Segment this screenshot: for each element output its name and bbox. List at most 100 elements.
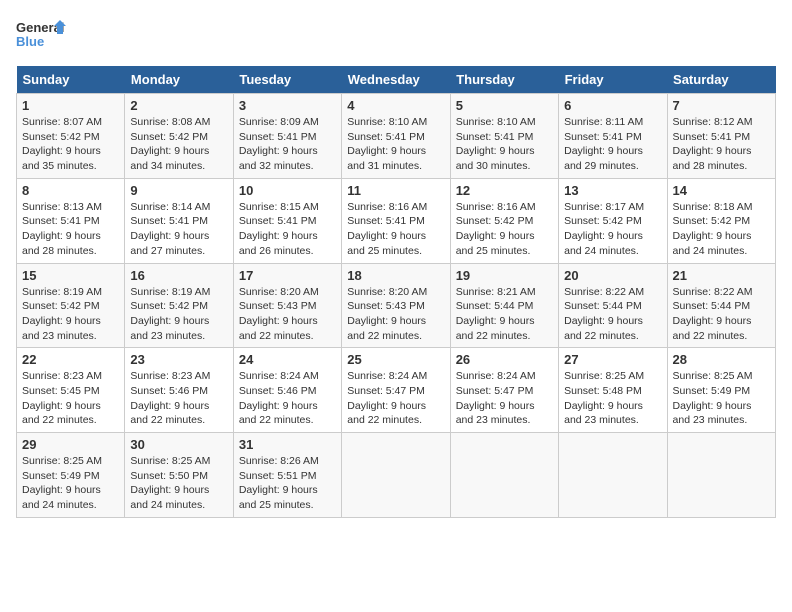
col-header-sunday: Sunday <box>17 66 125 94</box>
day-number: 23 <box>130 352 227 367</box>
table-row: 23 Sunrise: 8:23 AMSunset: 5:46 PMDaylig… <box>125 348 233 433</box>
table-row: 27 Sunrise: 8:25 AMSunset: 5:48 PMDaylig… <box>559 348 667 433</box>
table-row: 9 Sunrise: 8:14 AMSunset: 5:41 PMDayligh… <box>125 178 233 263</box>
day-number: 2 <box>130 98 227 113</box>
table-row: 10 Sunrise: 8:15 AMSunset: 5:41 PMDaylig… <box>233 178 341 263</box>
day-number: 14 <box>673 183 770 198</box>
day-info: Sunrise: 8:08 AMSunset: 5:42 PMDaylight:… <box>130 115 227 174</box>
day-info: Sunrise: 8:17 AMSunset: 5:42 PMDaylight:… <box>564 200 661 259</box>
table-row: 11 Sunrise: 8:16 AMSunset: 5:41 PMDaylig… <box>342 178 450 263</box>
table-row: 8 Sunrise: 8:13 AMSunset: 5:41 PMDayligh… <box>17 178 125 263</box>
day-info: Sunrise: 8:15 AMSunset: 5:41 PMDaylight:… <box>239 200 336 259</box>
col-header-wednesday: Wednesday <box>342 66 450 94</box>
col-header-saturday: Saturday <box>667 66 775 94</box>
day-info: Sunrise: 8:21 AMSunset: 5:44 PMDaylight:… <box>456 285 553 344</box>
day-info: Sunrise: 8:10 AMSunset: 5:41 PMDaylight:… <box>456 115 553 174</box>
day-number: 13 <box>564 183 661 198</box>
day-number: 10 <box>239 183 336 198</box>
page-header: General Blue <box>16 16 776 58</box>
table-row: 13 Sunrise: 8:17 AMSunset: 5:42 PMDaylig… <box>559 178 667 263</box>
table-row: 14 Sunrise: 8:18 AMSunset: 5:42 PMDaylig… <box>667 178 775 263</box>
table-row: 15 Sunrise: 8:19 AMSunset: 5:42 PMDaylig… <box>17 263 125 348</box>
day-number: 19 <box>456 268 553 283</box>
day-info: Sunrise: 8:25 AMSunset: 5:50 PMDaylight:… <box>130 454 227 513</box>
table-row <box>342 433 450 518</box>
day-info: Sunrise: 8:23 AMSunset: 5:45 PMDaylight:… <box>22 369 119 428</box>
day-number: 18 <box>347 268 444 283</box>
day-number: 11 <box>347 183 444 198</box>
day-number: 1 <box>22 98 119 113</box>
table-row: 28 Sunrise: 8:25 AMSunset: 5:49 PMDaylig… <box>667 348 775 433</box>
day-info: Sunrise: 8:22 AMSunset: 5:44 PMDaylight:… <box>564 285 661 344</box>
day-number: 25 <box>347 352 444 367</box>
table-row: 30 Sunrise: 8:25 AMSunset: 5:50 PMDaylig… <box>125 433 233 518</box>
table-row: 18 Sunrise: 8:20 AMSunset: 5:43 PMDaylig… <box>342 263 450 348</box>
day-number: 26 <box>456 352 553 367</box>
table-row <box>667 433 775 518</box>
col-header-tuesday: Tuesday <box>233 66 341 94</box>
day-info: Sunrise: 8:09 AMSunset: 5:41 PMDaylight:… <box>239 115 336 174</box>
day-info: Sunrise: 8:11 AMSunset: 5:41 PMDaylight:… <box>564 115 661 174</box>
calendar-table: SundayMondayTuesdayWednesdayThursdayFrid… <box>16 66 776 518</box>
table-row: 20 Sunrise: 8:22 AMSunset: 5:44 PMDaylig… <box>559 263 667 348</box>
day-number: 21 <box>673 268 770 283</box>
day-number: 16 <box>130 268 227 283</box>
day-number: 5 <box>456 98 553 113</box>
day-number: 22 <box>22 352 119 367</box>
day-info: Sunrise: 8:16 AMSunset: 5:41 PMDaylight:… <box>347 200 444 259</box>
day-info: Sunrise: 8:13 AMSunset: 5:41 PMDaylight:… <box>22 200 119 259</box>
day-number: 17 <box>239 268 336 283</box>
table-row: 2 Sunrise: 8:08 AMSunset: 5:42 PMDayligh… <box>125 94 233 179</box>
table-row: 24 Sunrise: 8:24 AMSunset: 5:46 PMDaylig… <box>233 348 341 433</box>
day-info: Sunrise: 8:19 AMSunset: 5:42 PMDaylight:… <box>22 285 119 344</box>
logo: General Blue <box>16 16 66 58</box>
day-number: 20 <box>564 268 661 283</box>
table-row: 7 Sunrise: 8:12 AMSunset: 5:41 PMDayligh… <box>667 94 775 179</box>
day-info: Sunrise: 8:24 AMSunset: 5:47 PMDaylight:… <box>347 369 444 428</box>
table-row: 29 Sunrise: 8:25 AMSunset: 5:49 PMDaylig… <box>17 433 125 518</box>
day-info: Sunrise: 8:23 AMSunset: 5:46 PMDaylight:… <box>130 369 227 428</box>
day-info: Sunrise: 8:20 AMSunset: 5:43 PMDaylight:… <box>347 285 444 344</box>
day-number: 8 <box>22 183 119 198</box>
day-number: 4 <box>347 98 444 113</box>
table-row: 4 Sunrise: 8:10 AMSunset: 5:41 PMDayligh… <box>342 94 450 179</box>
day-number: 29 <box>22 437 119 452</box>
day-info: Sunrise: 8:12 AMSunset: 5:41 PMDaylight:… <box>673 115 770 174</box>
day-number: 12 <box>456 183 553 198</box>
col-header-thursday: Thursday <box>450 66 558 94</box>
table-row: 25 Sunrise: 8:24 AMSunset: 5:47 PMDaylig… <box>342 348 450 433</box>
day-number: 30 <box>130 437 227 452</box>
table-row <box>450 433 558 518</box>
day-number: 24 <box>239 352 336 367</box>
day-number: 15 <box>22 268 119 283</box>
day-info: Sunrise: 8:25 AMSunset: 5:48 PMDaylight:… <box>564 369 661 428</box>
day-number: 7 <box>673 98 770 113</box>
day-number: 28 <box>673 352 770 367</box>
table-row: 1 Sunrise: 8:07 AMSunset: 5:42 PMDayligh… <box>17 94 125 179</box>
day-info: Sunrise: 8:20 AMSunset: 5:43 PMDaylight:… <box>239 285 336 344</box>
table-row: 26 Sunrise: 8:24 AMSunset: 5:47 PMDaylig… <box>450 348 558 433</box>
table-row: 3 Sunrise: 8:09 AMSunset: 5:41 PMDayligh… <box>233 94 341 179</box>
table-row: 21 Sunrise: 8:22 AMSunset: 5:44 PMDaylig… <box>667 263 775 348</box>
table-row: 12 Sunrise: 8:16 AMSunset: 5:42 PMDaylig… <box>450 178 558 263</box>
day-info: Sunrise: 8:14 AMSunset: 5:41 PMDaylight:… <box>130 200 227 259</box>
logo-svg: General Blue <box>16 16 66 58</box>
col-header-friday: Friday <box>559 66 667 94</box>
table-row: 16 Sunrise: 8:19 AMSunset: 5:42 PMDaylig… <box>125 263 233 348</box>
day-number: 3 <box>239 98 336 113</box>
table-row: 22 Sunrise: 8:23 AMSunset: 5:45 PMDaylig… <box>17 348 125 433</box>
day-info: Sunrise: 8:18 AMSunset: 5:42 PMDaylight:… <box>673 200 770 259</box>
day-info: Sunrise: 8:10 AMSunset: 5:41 PMDaylight:… <box>347 115 444 174</box>
day-info: Sunrise: 8:16 AMSunset: 5:42 PMDaylight:… <box>456 200 553 259</box>
day-number: 27 <box>564 352 661 367</box>
table-row: 5 Sunrise: 8:10 AMSunset: 5:41 PMDayligh… <box>450 94 558 179</box>
table-row: 6 Sunrise: 8:11 AMSunset: 5:41 PMDayligh… <box>559 94 667 179</box>
day-info: Sunrise: 8:24 AMSunset: 5:47 PMDaylight:… <box>456 369 553 428</box>
table-row <box>559 433 667 518</box>
day-info: Sunrise: 8:25 AMSunset: 5:49 PMDaylight:… <box>673 369 770 428</box>
svg-text:Blue: Blue <box>16 34 44 49</box>
table-row: 31 Sunrise: 8:26 AMSunset: 5:51 PMDaylig… <box>233 433 341 518</box>
day-info: Sunrise: 8:26 AMSunset: 5:51 PMDaylight:… <box>239 454 336 513</box>
day-info: Sunrise: 8:22 AMSunset: 5:44 PMDaylight:… <box>673 285 770 344</box>
table-row: 19 Sunrise: 8:21 AMSunset: 5:44 PMDaylig… <box>450 263 558 348</box>
